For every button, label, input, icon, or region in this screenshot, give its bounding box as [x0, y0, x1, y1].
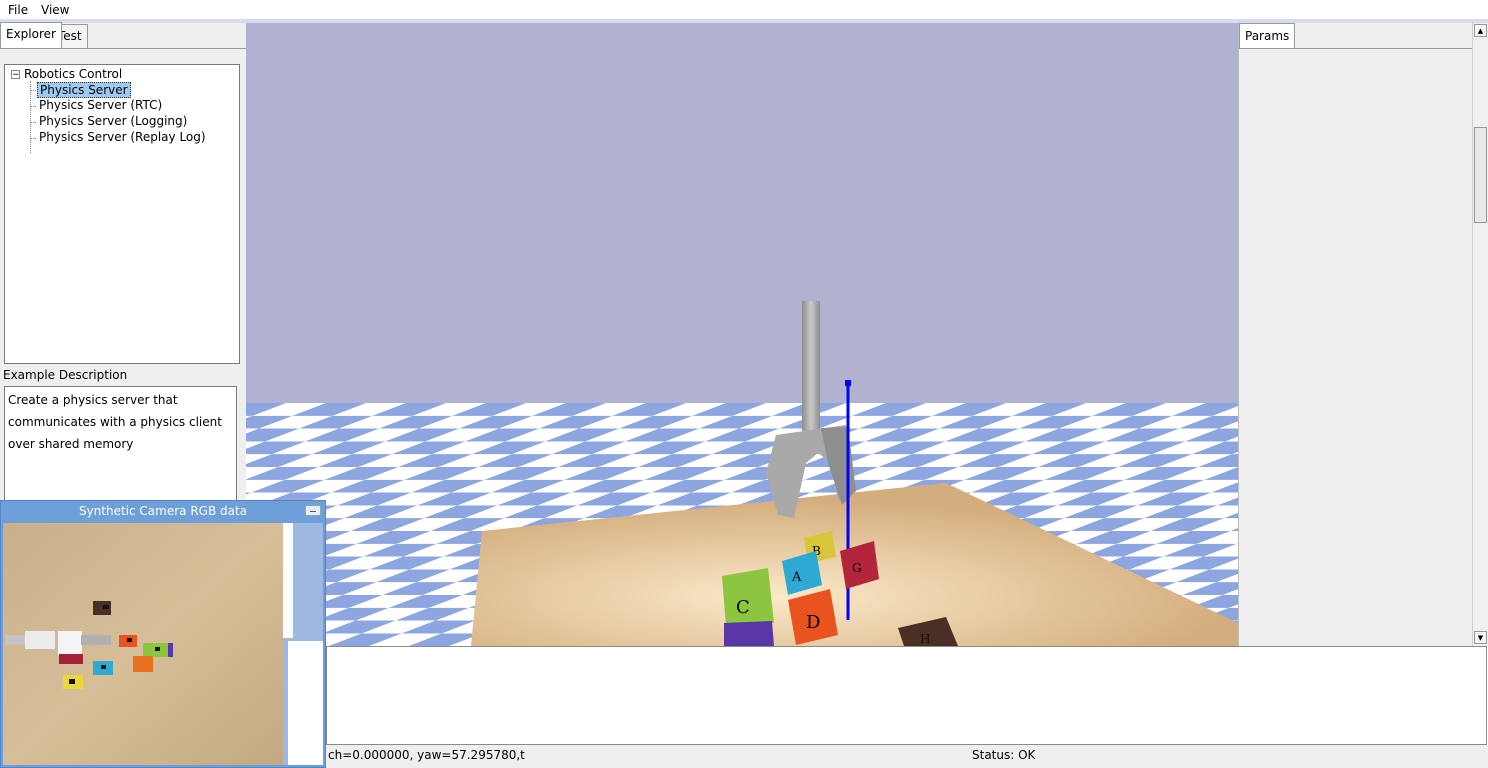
- tree-item-physics-server[interactable]: Physics Server: [37, 82, 131, 98]
- tab-params[interactable]: Params: [1239, 23, 1296, 49]
- tree-connector: [30, 106, 36, 107]
- camera-window[interactable]: Synthetic Camera RGB data: [0, 500, 326, 768]
- description-text[interactable]: Create a physics server that communicate…: [4, 386, 237, 501]
- svg-text:C: C: [736, 597, 750, 618]
- output-console[interactable]: [326, 646, 1487, 745]
- scroll-down-icon[interactable]: ▼: [1474, 631, 1487, 644]
- menu-file[interactable]: File: [8, 3, 28, 17]
- tab-explorer[interactable]: Explorer: [0, 22, 62, 48]
- camera-image: [3, 523, 323, 765]
- params-panel: Params: [1238, 23, 1488, 646]
- svg-text:G: G: [852, 561, 862, 575]
- camera-window-title: Synthetic Camera RGB data: [1, 501, 325, 521]
- tree-connector: [30, 138, 36, 139]
- tree-item-physics-server-rtc[interactable]: Physics Server (RTC): [37, 98, 164, 112]
- minimize-icon[interactable]: [305, 505, 321, 516]
- tree-item-physics-server-replay-log[interactable]: Physics Server (Replay Log): [37, 130, 208, 144]
- block-e: [724, 621, 774, 646]
- 3d-viewport[interactable]: B G A C D H: [246, 23, 1238, 646]
- svg-text:D: D: [806, 612, 820, 633]
- params-scrollbar[interactable]: ▲ ▼: [1472, 23, 1488, 646]
- example-tree[interactable]: − Robotics Control Physics Server Physics…: [4, 64, 240, 364]
- menu-bar: File View: [0, 0, 1488, 23]
- tree-item-physics-server-logging[interactable]: Physics Server (Logging): [37, 114, 189, 128]
- tree-connector: [30, 122, 36, 123]
- camera-status: ch=0.000000, yaw=57.295780,t: [328, 748, 525, 762]
- tree-root-label: Robotics Control: [24, 67, 123, 81]
- menu-view[interactable]: View: [41, 3, 69, 17]
- svg-text:H: H: [920, 632, 930, 646]
- camera-render: [3, 523, 323, 765]
- params-frame: [1239, 48, 1473, 647]
- svg-text:A: A: [791, 570, 802, 585]
- scene-render: B G A C D H: [246, 23, 1238, 646]
- description-label: Example Description: [3, 368, 128, 382]
- scroll-up-icon[interactable]: ▲: [1474, 24, 1487, 37]
- tree-root-robotics-control[interactable]: − Robotics Control: [11, 67, 122, 81]
- collapse-icon[interactable]: −: [11, 70, 20, 80]
- tree-connector: [30, 90, 36, 91]
- block-c: C: [722, 568, 774, 627]
- scroll-thumb[interactable]: [1474, 127, 1487, 223]
- tree-connector: [30, 81, 31, 153]
- sky: [246, 23, 1238, 403]
- status-text: Status: OK: [972, 748, 1036, 762]
